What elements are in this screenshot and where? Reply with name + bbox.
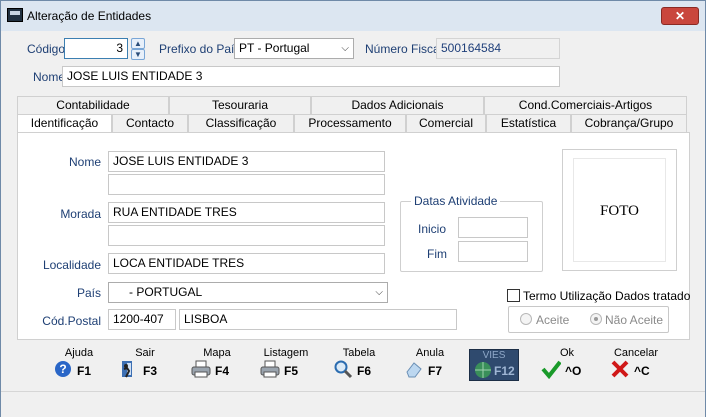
localidade-label: Localidade <box>42 258 101 272</box>
tab-identificacao[interactable]: Identificação <box>17 114 112 132</box>
nome-label: Nome <box>68 155 101 169</box>
vies-key: F12 <box>494 364 515 378</box>
pais-select[interactable]: - PORTUGAL ⌵ <box>108 282 388 303</box>
prefixo-value: PT - Portugal <box>239 41 310 55</box>
anula-label: Anula <box>415 347 445 359</box>
anula-key: F7 <box>428 364 443 378</box>
sair-key: F3 <box>143 364 158 378</box>
ok-key: ^O <box>565 364 582 378</box>
tab-comercial[interactable]: Comercial <box>406 114 486 132</box>
sair-button[interactable]: Sair F3 <box>115 347 175 383</box>
pais-value: - PORTUGAL <box>129 285 203 299</box>
listagem-button[interactable]: Listagem F5 <box>256 347 316 383</box>
app-icon <box>7 8 23 22</box>
photo-frame[interactable]: FOTO <box>562 149 677 271</box>
entity-edit-window: Alteração de Entidades ✕ Código 3 ▲ ▼ Pr… <box>0 0 706 417</box>
chevron-down-icon: ⌵ <box>341 43 349 54</box>
nif-field: 500164584 <box>436 38 560 59</box>
printer-icon <box>260 360 280 378</box>
anula-button[interactable]: Anula F7 <box>400 347 460 383</box>
cidade-input[interactable]: LISBOA <box>179 309 457 330</box>
morada-input-1[interactable]: RUA ENTIDADE TRES <box>108 202 385 223</box>
tabela-key: F6 <box>357 364 372 378</box>
photo-placeholder: FOTO <box>573 158 666 262</box>
fim-label: Fim <box>427 247 447 261</box>
ajuda-key: F1 <box>77 364 92 378</box>
tab-cobranca-grupo[interactable]: Cobrança/Grupo <box>571 114 687 132</box>
morada-label: Morada <box>60 207 101 221</box>
aceite-label: Aceite <box>536 313 570 327</box>
codigo-label: Código <box>27 42 66 56</box>
codpostal-label: Cód.Postal <box>42 314 101 328</box>
magnifier-icon <box>334 360 353 379</box>
pais-label: País <box>76 286 101 300</box>
close-button[interactable]: ✕ <box>661 7 699 25</box>
tab-contacto[interactable]: Contacto <box>112 114 188 132</box>
ajuda-button[interactable]: Ajuda ? F1 <box>49 347 109 383</box>
help-icon: ? <box>55 361 71 377</box>
mapa-key: F4 <box>215 364 230 378</box>
listagem-key: F5 <box>284 364 299 378</box>
tab-dados-adicionais[interactable]: Dados Adicionais <box>311 96 484 114</box>
prefixo-label: Prefixo do País <box>159 42 241 56</box>
nome-input-1[interactable]: JOSE LUIS ENTIDADE 3 <box>108 151 385 172</box>
fim-input[interactable] <box>458 241 528 262</box>
svg-text:?: ? <box>59 362 66 376</box>
eraser-icon <box>406 362 422 378</box>
check-icon <box>541 360 561 379</box>
tab-tesouraria[interactable]: Tesouraria <box>169 96 311 114</box>
ajuda-label: Ajuda <box>64 347 94 359</box>
tab-row-bottom: Identificação Contacto Classificação Pro… <box>17 114 687 132</box>
aceite-radio[interactable] <box>520 313 532 325</box>
nome-header-label: Nome <box>33 70 66 84</box>
nao-aceite-radio[interactable] <box>590 313 602 325</box>
mapa-button[interactable]: Mapa F4 <box>187 347 247 383</box>
cancelar-key: ^C <box>634 364 650 378</box>
tab-cond-comerciais[interactable]: Cond.Comerciais-Artigos <box>484 96 687 114</box>
tab-estatistica[interactable]: Estatística <box>486 114 571 132</box>
sair-label: Sair <box>135 347 155 359</box>
prefixo-select[interactable]: PT - Portugal ⌵ <box>234 38 354 59</box>
listagem-label: Listagem <box>263 347 309 359</box>
termo-label: Termo Utilização Dados tratado <box>523 289 691 303</box>
title-bar: Alteração de Entidades ✕ <box>1 1 705 31</box>
printer-icon <box>191 360 211 378</box>
tab-row-top: Contabilidade Tesouraria Dados Adicionai… <box>17 96 687 114</box>
ok-label: Ok <box>559 347 575 359</box>
chevron-down-icon: ⌵ <box>375 287 383 298</box>
inicio-label: Inicio <box>418 222 447 236</box>
termo-checkbox[interactable] <box>507 289 520 302</box>
codpostal-input[interactable]: 1200-407 <box>108 309 176 330</box>
status-bar <box>1 391 705 417</box>
ok-button[interactable]: Ok ^O <box>537 347 597 383</box>
cancelar-label: Cancelar <box>613 347 659 359</box>
codigo-stepper[interactable]: ▲ ▼ <box>131 38 145 60</box>
nome-input-2[interactable] <box>108 174 385 195</box>
window-title: Alteração de Entidades <box>27 9 152 23</box>
nao-aceite-label: Não Aceite <box>605 313 664 327</box>
cross-icon <box>611 360 629 378</box>
stepper-down-icon[interactable]: ▼ <box>131 49 145 60</box>
tab-processamento[interactable]: Processamento <box>294 114 406 132</box>
tabela-label: Tabela <box>342 347 376 359</box>
mapa-label: Mapa <box>203 347 231 359</box>
morada-input-2[interactable] <box>108 225 385 246</box>
codigo-input[interactable]: 3 <box>64 38 128 59</box>
inicio-input[interactable] <box>458 217 528 238</box>
nif-label: Número Fiscal <box>365 42 443 56</box>
vies-button[interactable]: VIES F12 <box>469 349 519 381</box>
tab-contabilidade[interactable]: Contabilidade <box>17 96 169 114</box>
localidade-input[interactable]: LOCA ENTIDADE TRES <box>108 253 385 274</box>
cancelar-button[interactable]: Cancelar ^C <box>606 347 666 383</box>
tab-classificacao[interactable]: Classificação <box>188 114 294 132</box>
datas-atividade-title: Datas Atividade <box>411 194 501 208</box>
nome-header-input[interactable]: JOSE LUIS ENTIDADE 3 <box>62 66 560 87</box>
exit-icon <box>122 361 132 378</box>
tabela-button[interactable]: Tabela F6 <box>329 347 389 383</box>
stepper-up-icon[interactable]: ▲ <box>131 38 145 49</box>
globe-icon <box>475 362 491 378</box>
